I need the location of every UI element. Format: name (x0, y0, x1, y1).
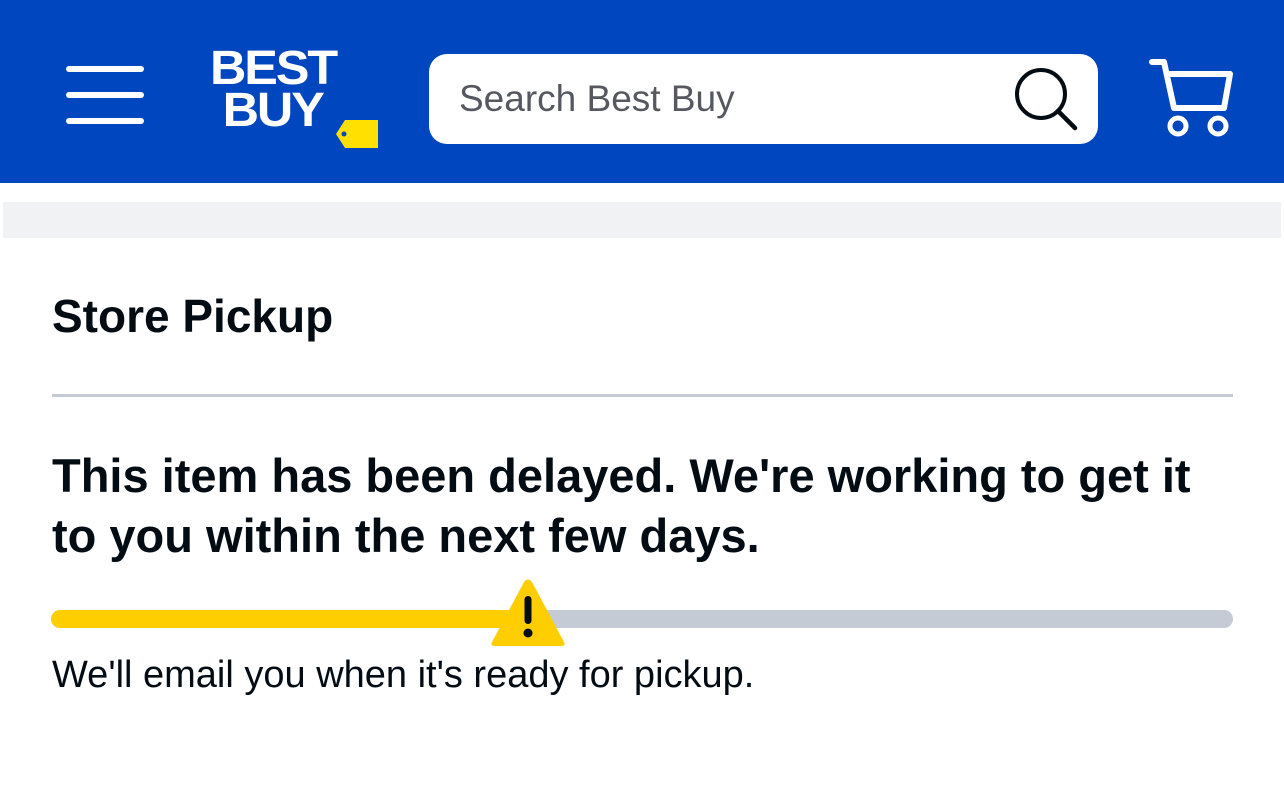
menu-line (66, 66, 144, 72)
delay-status-message: This item has been delayed. We're workin… (52, 449, 1191, 562)
price-tag-icon (336, 120, 378, 148)
cart-icon[interactable] (1148, 56, 1234, 138)
divider (52, 394, 1233, 397)
warning-icon (491, 579, 565, 646)
logo-wordmark: BEST BUY (210, 45, 338, 137)
section-title: Store Pickup (52, 290, 334, 342)
hamburger-menu-icon[interactable] (66, 62, 144, 128)
pickup-progress-bar (51, 610, 1233, 628)
best-buy-logo[interactable]: BEST BUY (210, 45, 382, 152)
search-box[interactable] (429, 54, 1098, 144)
top-header: BEST BUY (0, 0, 1284, 183)
logo-line-2: BUY (222, 84, 325, 137)
pickup-email-note: We'll email you when it's ready for pick… (52, 654, 755, 696)
search-icon[interactable] (1013, 66, 1079, 132)
separator-band (3, 202, 1281, 238)
progress-fill (51, 610, 524, 628)
menu-line (66, 92, 144, 98)
search-input[interactable] (459, 72, 999, 126)
menu-line (66, 118, 144, 124)
